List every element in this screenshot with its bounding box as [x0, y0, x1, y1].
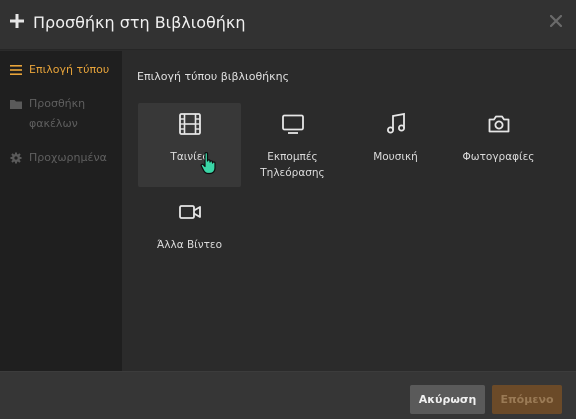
library-type-movies[interactable]: Ταινίες	[138, 103, 241, 187]
gear-icon	[10, 152, 22, 164]
camera-icon	[488, 115, 509, 133]
plus-icon	[10, 14, 24, 28]
music-icon	[386, 112, 405, 134]
next-button[interactable]: Επόμενο	[492, 385, 562, 414]
library-type-label: Εκπομπές Τηλεόρασης	[260, 151, 325, 179]
sidebar-item-advanced: Προχωρημένα	[10, 148, 119, 168]
close-icon[interactable]	[550, 15, 562, 27]
tv-icon	[281, 114, 304, 134]
library-type-label: Φωτογραφίες	[462, 151, 535, 163]
cancel-button[interactable]: Ακύρωση	[410, 385, 485, 414]
sidebar-item-label: Επιλογή τύπου	[29, 63, 110, 76]
video-camera-icon	[178, 205, 201, 219]
library-type-tv-shows[interactable]: Εκπομπές Τηλεόρασης	[241, 103, 344, 187]
dialog-footer: Ακύρωση Επόμενο	[0, 371, 576, 419]
sidebar-item-label: Προχωρημένα	[29, 151, 107, 164]
library-type-other-videos[interactable]: Άλλα Βίντεο	[138, 191, 241, 275]
sidebar-item-label: Προσθήκη φακέλων	[29, 97, 86, 130]
dialog-header: Προσθήκη στη Βιβλιοθήκη	[0, 0, 576, 50]
sidebar-item-add-folders: Προσθήκη φακέλων	[10, 94, 119, 134]
sidebar-item-select-type[interactable]: Επιλογή τύπου	[10, 60, 109, 80]
section-title: Επιλογή τύπου βιβλιοθήκης	[137, 70, 290, 83]
list-icon	[10, 65, 22, 75]
library-type-label: Ταινίες	[170, 151, 209, 163]
library-type-photos[interactable]: Φωτογραφίες	[447, 103, 550, 187]
add-library-dialog: Προσθήκη στη Βιβλιοθήκη Επιλογή τύπου Πρ…	[0, 0, 576, 419]
library-type-music[interactable]: Μουσική	[344, 103, 447, 187]
wizard-steps-sidebar: Επιλογή τύπου Προσθήκη φακέλων Προχωρημέ…	[0, 51, 122, 371]
dialog-title: Προσθήκη στη Βιβλιοθήκη	[33, 13, 246, 32]
film-icon	[178, 113, 201, 135]
library-type-label: Άλλα Βίντεο	[157, 239, 222, 251]
library-type-label: Μουσική	[373, 151, 418, 163]
folder-icon	[10, 100, 22, 109]
library-type-panel: Επιλογή τύπου βιβλιοθήκης Ταινίες Εκπομπ…	[122, 51, 576, 371]
hand-pointer-cursor-icon	[200, 152, 216, 175]
